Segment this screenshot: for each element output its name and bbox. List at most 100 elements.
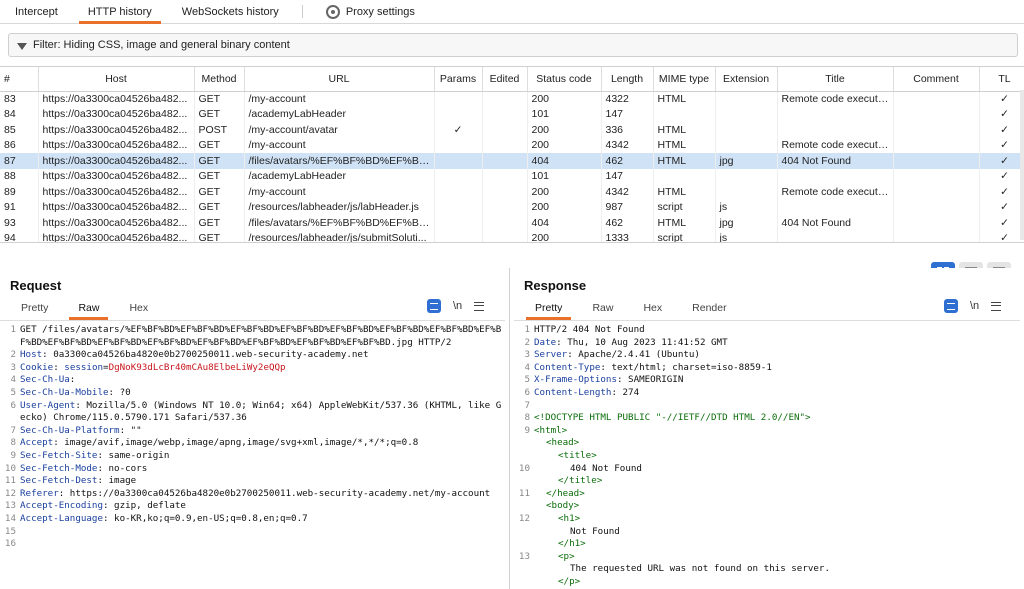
table-cell: /my-account: [244, 91, 435, 107]
newline-toggle[interactable]: \n: [970, 300, 979, 312]
table-cell: https://0a3300ca04526ba482...: [38, 122, 195, 138]
column-header[interactable]: Length: [601, 67, 654, 92]
column-header[interactable]: Method: [194, 67, 245, 92]
request-editor[interactable]: 1 GET /files/avatars/%EF%BF%BD%EF%BF%BD%E…: [0, 320, 505, 589]
table-cell: 404 Not Found: [777, 153, 894, 169]
response-tab-hex[interactable]: Hex: [628, 302, 677, 318]
newline-toggle[interactable]: \n: [453, 300, 462, 312]
header-name: Sec-Fetch-Mode: [20, 462, 98, 474]
column-header[interactable]: Status code: [527, 67, 602, 92]
code-line: 4 Content-Type: text/html; charset=iso-88…: [514, 362, 1020, 375]
line-number: 11: [4, 475, 16, 487]
table-cell: 88: [0, 168, 39, 184]
table-cell: [777, 199, 894, 215]
header-name: Accept-Language: [20, 512, 103, 524]
tab-http-history[interactable]: HTTP history: [73, 0, 167, 24]
request-tab-hex[interactable]: Hex: [114, 302, 163, 318]
filter-bar[interactable]: Filter: Hiding CSS, image and general bi…: [8, 33, 1018, 57]
tab-intercept[interactable]: Intercept: [0, 0, 73, 23]
html-tag: <body>: [546, 500, 580, 512]
table-row[interactable]: 89 https://0a3300ca04526ba482... GET/my-ac…: [0, 184, 1024, 200]
code-line: 6 User-Agent: Mozilla/5.0 (Windows NT 10.…: [0, 400, 505, 425]
header-name: Accept: [20, 437, 54, 449]
column-header[interactable]: URL: [244, 67, 435, 92]
tab-label: Proxy settings: [345, 5, 415, 18]
html-tag: <html>: [534, 424, 568, 436]
column-header[interactable]: Comment: [893, 67, 980, 92]
header-name: X-Frame-Options: [534, 374, 617, 386]
table-cell: 200: [527, 199, 602, 215]
table-cell: https://0a3300ca04526ba482...: [38, 199, 195, 215]
table-cell: /resources/labheader/js/labHeader.js: [244, 199, 435, 215]
line-number: 6: [10, 399, 16, 411]
line-text: Accept: image/avif,image/webp,image/apng…: [20, 437, 505, 450]
table-row[interactable]: 84 https://0a3300ca04526ba482... GET/acade…: [0, 106, 1024, 122]
html-tag: <h1>: [558, 512, 581, 524]
table-cell: [482, 91, 528, 107]
menu-icon[interactable]: [474, 301, 485, 311]
line-text: Cookie: session=DgNoK93dLcBr40mCAu8ElbeL…: [20, 362, 505, 375]
table-scrollbar[interactable]: [1020, 90, 1024, 240]
html-tag: </h1>: [558, 538, 586, 550]
table-cell: 4342: [601, 137, 654, 153]
line-number: 7: [524, 399, 530, 411]
column-header[interactable]: MIME type: [653, 67, 716, 92]
header-name: Cookie: [20, 361, 54, 373]
column-header[interactable]: TL: [979, 67, 1024, 92]
table-row[interactable]: 86 https://0a3300ca04526ba482... GET/my-ac…: [0, 137, 1024, 153]
table-cell: [482, 215, 528, 231]
table-cell: jpg: [715, 153, 778, 169]
line-number: 6: [524, 386, 530, 398]
line-number: 5: [524, 374, 530, 386]
table-cell: HTML: [653, 91, 716, 107]
code-line: 4 Sec-Ch-Ua:: [0, 374, 505, 387]
column-header[interactable]: Extension: [715, 67, 778, 92]
tab-proxy-settings[interactable]: Proxy settings: [311, 0, 430, 23]
table-cell: 4322: [601, 91, 654, 107]
request-tab-raw[interactable]: Raw: [63, 302, 114, 320]
response-tab-render[interactable]: Render: [677, 302, 741, 318]
table-cell: ✓: [979, 137, 1024, 153]
table-row[interactable]: 91 https://0a3300ca04526ba482... GET/resou…: [0, 199, 1024, 215]
code-line: <head>: [514, 437, 1020, 450]
line-number: 8: [10, 437, 16, 449]
table-cell: [715, 91, 778, 107]
column-header[interactable]: Title: [777, 67, 894, 92]
table-row[interactable]: 85 https://0a3300ca04526ba482... POST/my-a…: [0, 122, 1024, 138]
table-row[interactable]: 87 https://0a3300ca04526ba482... GET/files…: [0, 153, 1024, 169]
pane-splitter[interactable]: [0, 242, 1024, 268]
table-cell: [482, 199, 528, 215]
table-cell: https://0a3300ca04526ba482...: [38, 106, 195, 122]
table-row[interactable]: 88 https://0a3300ca04526ba482... GET/acade…: [0, 168, 1024, 184]
code-line: 13 Accept-Encoding: gzip, deflate: [0, 500, 505, 513]
request-tab-pretty[interactable]: Pretty: [6, 302, 63, 318]
table-cell: [893, 215, 980, 231]
line-number: [514, 437, 534, 450]
request-title: Request: [10, 278, 62, 293]
wrap-lines-icon[interactable]: [427, 299, 441, 313]
column-header[interactable]: Params: [434, 67, 483, 92]
table-cell: Remote code execution...: [777, 184, 894, 200]
table-row[interactable]: 93 https://0a3300ca04526ba482... GET/files…: [0, 215, 1024, 231]
tab-websockets-history[interactable]: WebSockets history: [167, 0, 294, 23]
table-cell: [893, 184, 980, 200]
table-cell: [893, 91, 980, 107]
code-line: 9 <html>: [514, 425, 1020, 438]
response-tab-raw[interactable]: Raw: [577, 302, 628, 318]
response-tab-pretty[interactable]: Pretty: [520, 302, 577, 320]
http-history-table: # Host Method URL Params Edited Status code Len…: [0, 66, 1024, 242]
table-row[interactable]: 83 https://0a3300ca04526ba482... GET/my-ac…: [0, 91, 1024, 107]
table-cell: [434, 168, 483, 184]
header-name: Content-Type: [534, 361, 601, 373]
table-row[interactable]: 94 https://0a3300ca04526ba482... GET/resou…: [0, 230, 1024, 242]
wrap-lines-icon[interactable]: [944, 299, 958, 313]
table-cell: ✓: [979, 168, 1024, 184]
column-header[interactable]: #: [0, 67, 39, 92]
table-cell: https://0a3300ca04526ba482...: [38, 137, 195, 153]
response-editor[interactable]: 1 HTTP/2 404 Not Found 2 Date: Thu, 10 Aug …: [514, 320, 1020, 589]
line-number: 10: [4, 462, 16, 474]
column-header[interactable]: Host: [38, 67, 195, 92]
menu-icon[interactable]: [991, 301, 1002, 311]
column-header[interactable]: Edited: [482, 67, 528, 92]
code-line: </p>: [514, 576, 1020, 589]
